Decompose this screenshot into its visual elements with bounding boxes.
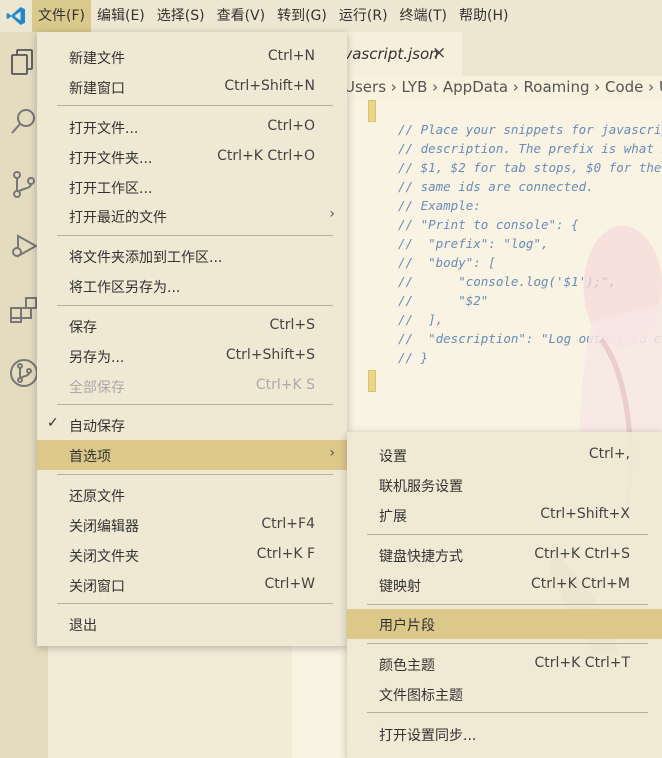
code-line: // "$2": [398, 293, 489, 308]
menu-open-workspace[interactable]: 打开工作区...: [37, 172, 347, 202]
menu-edit[interactable]: 编辑(E): [91, 0, 151, 32]
menu-close-editor[interactable]: 关闭编辑器 Ctrl+F4: [37, 510, 347, 540]
code-line: // "prefix": "log",: [398, 236, 549, 251]
menu-terminal[interactable]: 终端(T): [394, 0, 453, 32]
menu-go[interactable]: 转到(G): [271, 0, 333, 32]
tab-close-icon[interactable]: ×: [432, 43, 446, 63]
menu-save[interactable]: 保存 Ctrl+S: [37, 311, 347, 341]
code-line: // }: [398, 350, 429, 365]
menu-settings-sync[interactable]: 打开设置同步...: [347, 719, 662, 749]
breadcrumb-path: Users › LYB › AppData › Roaming › Code ›…: [344, 78, 662, 96]
code-line: // Place your snippets for javascript he…: [398, 122, 662, 137]
menu-open-folder[interactable]: 打开文件夹... Ctrl+K Ctrl+O: [37, 142, 347, 172]
menu-separator: [57, 305, 333, 306]
menu-open-recent[interactable]: 打开最近的文件 ›: [37, 201, 347, 231]
menu-help[interactable]: 帮助(H): [453, 0, 514, 32]
chevron-right-icon: ›: [329, 206, 335, 222]
menu-bar: 文件(F) 编辑(E) 选择(S) 查看(V) 转到(G) 运行(R) 终端(T…: [0, 0, 662, 32]
menu-save-workspace-as[interactable]: 将工作区另存为...: [37, 271, 347, 301]
code-line: // ],: [398, 312, 444, 327]
menu-view[interactable]: 查看(V): [211, 0, 272, 32]
menu-keyboard-shortcuts[interactable]: 键盘快捷方式 Ctrl+K Ctrl+S: [347, 540, 662, 570]
menu-separator: [57, 235, 333, 236]
menu-file-icon-theme[interactable]: 文件图标主题: [347, 679, 662, 709]
menu-preferences[interactable]: 首选项 ›: [37, 440, 347, 470]
code-line: // $1, $2 for tab stops, $0 for the fina…: [398, 160, 662, 175]
menu-new-window[interactable]: 新建窗口 Ctrl+Shift+N: [37, 72, 347, 102]
code-line: // "body": [: [398, 255, 496, 270]
menu-close-folder[interactable]: 关闭文件夹 Ctrl+K F: [37, 540, 347, 570]
explorer-icon[interactable]: [8, 46, 40, 78]
menu-close-window[interactable]: 关闭窗口 Ctrl+W: [37, 570, 347, 600]
menu-separator: [367, 604, 648, 605]
menu-run[interactable]: 运行(R): [333, 0, 394, 32]
menu-extensions[interactable]: 扩展 Ctrl+Shift+X: [347, 500, 662, 530]
menu-color-theme[interactable]: 颜色主题 Ctrl+K Ctrl+T: [347, 649, 662, 679]
extensions-icon[interactable]: [8, 294, 40, 326]
search-icon[interactable]: [8, 106, 40, 138]
menu-save-as[interactable]: 另存为... Ctrl+Shift+S: [37, 341, 347, 371]
menu-save-all: 全部保存 Ctrl+K S: [69, 377, 315, 396]
git-graph-icon[interactable]: [8, 356, 40, 388]
check-icon: ✓: [47, 415, 59, 431]
line-highlight: [368, 370, 376, 392]
vscode-logo-icon: [0, 0, 32, 32]
preferences-submenu: 设置 Ctrl+, 联机服务设置 扩展 Ctrl+Shift+X 键盘快捷方式 Ctr…: [347, 432, 662, 758]
menu-user-snippets[interactable]: 用户片段: [347, 609, 662, 639]
menu-revert-file[interactable]: 还原文件: [37, 480, 347, 510]
menu-online-services-settings[interactable]: 联机服务设置: [347, 470, 662, 500]
menu-new-file[interactable]: 新建文件 Ctrl+N: [37, 42, 347, 72]
menu-separator: [367, 643, 648, 644]
menu-separator: [57, 105, 333, 106]
breadcrumb: Users › LYB › AppData › Roaming › Code ›…: [292, 76, 662, 100]
menu-file[interactable]: 文件(F): [32, 0, 91, 32]
run-debug-icon[interactable]: [8, 230, 40, 262]
file-menu: 新建文件 Ctrl+N 新建窗口 Ctrl+Shift+N 打开文件... Ctrl+…: [37, 32, 347, 646]
menu-keymaps[interactable]: 键映射 Ctrl+K Ctrl+M: [347, 570, 662, 600]
code-line: // description. The prefix is what is us…: [398, 141, 662, 156]
menu-separator: [367, 534, 648, 535]
menu-settings[interactable]: 设置 Ctrl+,: [347, 440, 662, 470]
menu-add-folder-to-workspace[interactable]: 将文件夹添加到工作区...: [37, 241, 347, 271]
menu-open-file[interactable]: 打开文件... Ctrl+O: [37, 112, 347, 142]
menu-separator: [57, 603, 333, 604]
menu-separator: [57, 474, 333, 475]
menu-auto-save[interactable]: ✓ 自动保存: [37, 410, 347, 440]
code-line: // Example:: [398, 198, 481, 213]
menu-exit[interactable]: 退出: [37, 609, 347, 639]
menu-separator: [367, 712, 648, 713]
line-highlight: [368, 100, 376, 122]
chevron-right-icon: ›: [329, 445, 335, 461]
menu-separator: [57, 404, 333, 405]
menu-selection[interactable]: 选择(S): [151, 0, 211, 32]
source-control-icon[interactable]: [8, 168, 40, 200]
